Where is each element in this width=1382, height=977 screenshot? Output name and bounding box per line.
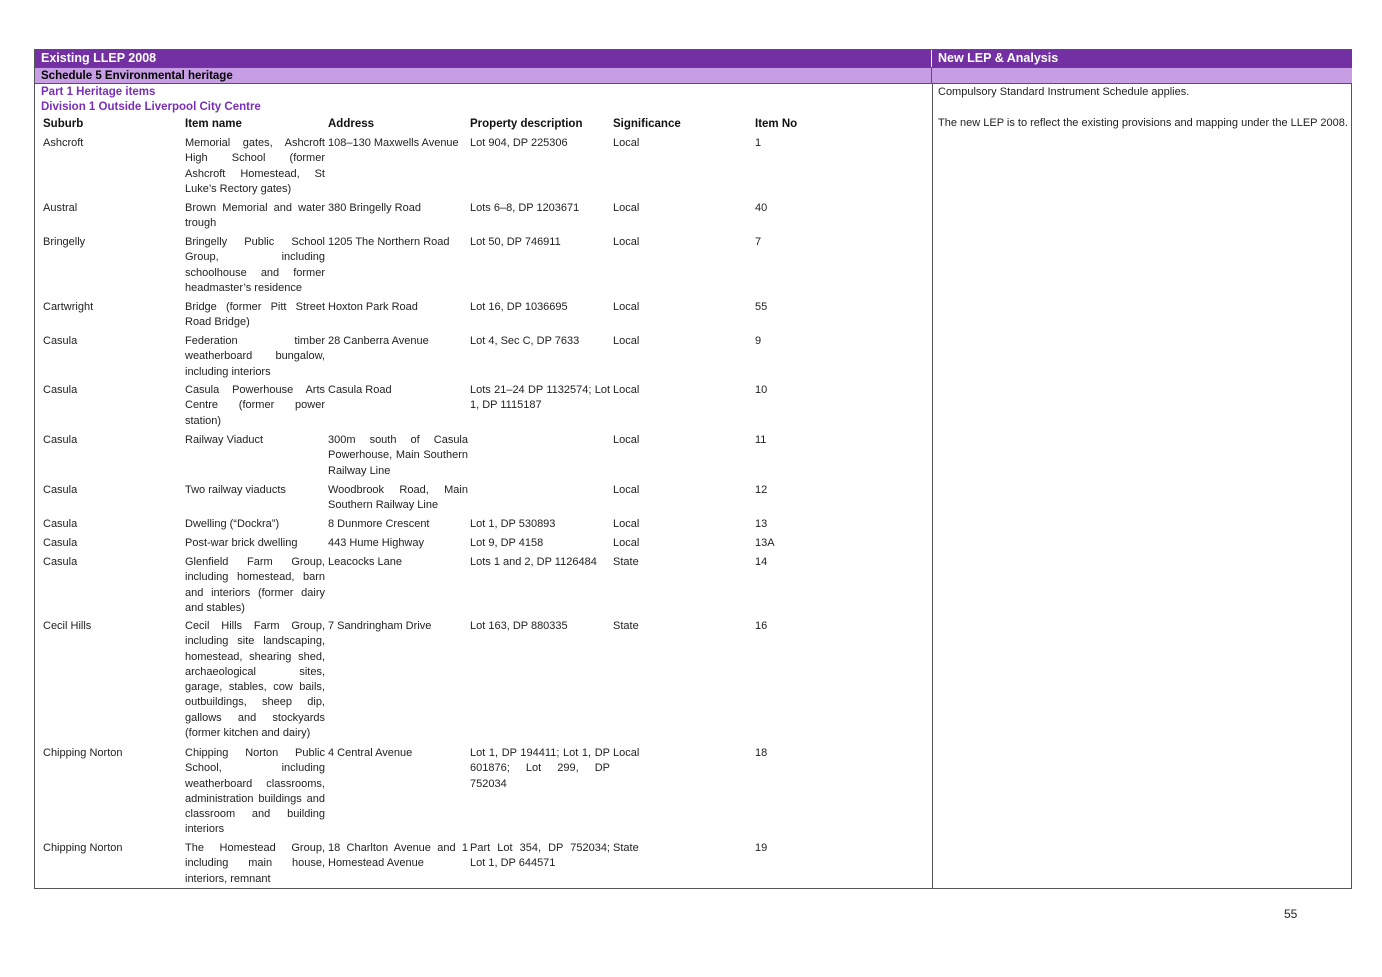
row-suburb: Chipping Norton xyxy=(43,747,123,759)
row-item-no: 10 xyxy=(755,384,768,396)
new-lep-header: New LEP & Analysis xyxy=(932,50,1352,67)
row-property: Lot 16, DP 1036695 xyxy=(470,301,568,313)
row-item-name: Federation timber weatherboard bungalow,… xyxy=(185,335,325,378)
row-address: Hoxton Park Road xyxy=(328,301,418,313)
row-address: 443 Hume Highway xyxy=(328,537,424,549)
page-number: 55 xyxy=(1284,907,1298,921)
row-item-name: Bridge (former Pitt Street Road Bridge) xyxy=(185,301,325,329)
row-suburb: Casula xyxy=(43,384,78,396)
row-significance: Local xyxy=(613,434,640,446)
row-item-name: Post-war brick dwelling xyxy=(185,537,298,549)
row-suburb: Chipping Norton xyxy=(43,842,123,854)
column-divider xyxy=(932,84,933,889)
schedule-title-right xyxy=(932,67,1352,84)
row-property: Lots 6–8, DP 1203671 xyxy=(470,202,580,214)
row-suburb: Cecil Hills xyxy=(43,620,92,632)
row-item-name: Bringelly Public School Group, including… xyxy=(185,236,325,294)
column-header-item-no: Item No xyxy=(755,118,798,130)
row-address: 18 Charlton Avenue and 1 Homestead Avenu… xyxy=(328,842,468,870)
row-item-name: Casula Powerhouse Arts Centre (former po… xyxy=(185,384,325,427)
row-item-no: 13 xyxy=(755,518,768,530)
heritage-table: Existing LLEP 2008 New LEP & Analysis Sc… xyxy=(34,49,1352,889)
row-suburb: Casula xyxy=(43,556,78,568)
column-header-item-name: Item name xyxy=(185,118,242,130)
row-significance: Local xyxy=(613,335,640,347)
row-significance: State xyxy=(613,556,639,568)
row-address: 4 Central Avenue xyxy=(328,747,413,759)
row-property: Lot 1, DP 530893 xyxy=(470,518,556,530)
row-property: Lots 21–24 DP 1132574; Lot 1, DP 1115187 xyxy=(470,384,610,412)
row-significance: State xyxy=(613,620,639,632)
row-item-no: 19 xyxy=(755,842,768,854)
row-significance: Local xyxy=(613,484,640,496)
column-header-address: Address xyxy=(328,118,375,130)
row-item-name: Cecil Hills Farm Group, including site l… xyxy=(185,620,325,740)
row-suburb: Casula xyxy=(43,484,78,496)
row-item-no: 7 xyxy=(755,236,762,248)
row-address: 108–130 Maxwells Avenue xyxy=(328,137,459,149)
row-address: Leacocks Lane xyxy=(328,556,402,568)
column-header-property: Property description xyxy=(470,118,583,130)
row-property: Part Lot 354, DP 752034; Lot 1, DP 64457… xyxy=(470,842,610,870)
column-header-significance: Significance xyxy=(613,118,681,130)
row-significance: Local xyxy=(613,301,640,313)
analysis-paragraph-1: Compulsory Standard Instrument Schedule … xyxy=(938,86,1190,98)
row-property: Lot 1, DP 194411; Lot 1, DP 601876; Lot … xyxy=(470,747,610,790)
row-suburb: Bringelly xyxy=(43,236,86,248)
row-address: 7 Sandringham Drive xyxy=(328,620,432,632)
row-significance: Local xyxy=(613,537,640,549)
row-significance: Local xyxy=(613,236,640,248)
row-item-name: Glenfield Farm Group, including homestea… xyxy=(185,556,325,614)
row-property: Lot 9, DP 4158 xyxy=(470,537,544,549)
row-item-no: 16 xyxy=(755,620,768,632)
row-significance: Local xyxy=(613,202,640,214)
row-property: Lot 163, DP 880335 xyxy=(470,620,568,632)
part-title: Part 1 Heritage items xyxy=(41,86,156,98)
row-item-no: 14 xyxy=(755,556,768,568)
row-property: Lot 904, DP 225306 xyxy=(470,137,568,149)
row-suburb: Cartwright xyxy=(43,301,94,313)
row-suburb: Casula xyxy=(43,335,78,347)
row-suburb: Casula xyxy=(43,434,78,446)
division-title: Division 1 Outside Liverpool City Centre xyxy=(41,101,261,113)
row-significance: Local xyxy=(613,384,640,396)
analysis-paragraph-2: The new LEP is to reflect the existing p… xyxy=(938,117,1348,129)
row-address: 300m south of Casula Powerhouse, Main So… xyxy=(328,434,468,477)
row-item-name: Railway Viaduct xyxy=(185,434,264,446)
row-item-name: Brown Memorial and water trough xyxy=(185,202,325,230)
row-item-no: 11 xyxy=(755,434,767,446)
row-item-name: Dwelling (“Dockra”) xyxy=(185,518,280,530)
schedule-title: Schedule 5 Environmental heritage xyxy=(35,67,932,84)
row-address: 1205 The Northern Road xyxy=(328,236,450,248)
row-significance: Local xyxy=(613,137,640,149)
row-item-no: 40 xyxy=(755,202,768,214)
row-property: Lots 1 and 2, DP 1126484 xyxy=(470,556,597,568)
row-item-no: 18 xyxy=(755,747,768,759)
row-property: Lot 50, DP 746911 xyxy=(470,236,561,248)
row-item-no: 13A xyxy=(755,537,775,549)
row-suburb: Casula xyxy=(43,518,78,530)
row-address: 8 Dunmore Crescent xyxy=(328,518,430,530)
row-address: 380 Bringelly Road xyxy=(328,202,421,214)
row-address: 28 Canberra Avenue xyxy=(328,335,429,347)
row-item-no: 9 xyxy=(755,335,762,347)
row-item-no: 55 xyxy=(755,301,768,313)
row-item-no: 1 xyxy=(755,137,762,149)
row-item-name: The Homestead Group, including main hous… xyxy=(185,842,325,885)
row-item-name: Two railway viaducts xyxy=(185,484,286,496)
row-significance: Local xyxy=(613,518,640,530)
row-address: Woodbrook Road, Main Southern Railway Li… xyxy=(328,484,468,512)
row-item-name: Chipping Norton Public School, including… xyxy=(185,747,325,836)
row-item-no: 12 xyxy=(755,484,768,496)
row-property: Lot 4, Sec C, DP 7633 xyxy=(470,335,580,347)
row-suburb: Austral xyxy=(43,202,78,214)
row-item-name: Memorial gates, Ashcroft High School (fo… xyxy=(185,137,325,195)
row-suburb: Casula xyxy=(43,537,78,549)
existing-llep-header: Existing LLEP 2008 xyxy=(35,50,932,67)
row-address: Casula Road xyxy=(328,384,392,396)
row-suburb: Ashcroft xyxy=(43,137,84,149)
row-significance: State xyxy=(613,842,639,854)
column-header-suburb: Suburb xyxy=(43,118,84,130)
row-significance: Local xyxy=(613,747,640,759)
